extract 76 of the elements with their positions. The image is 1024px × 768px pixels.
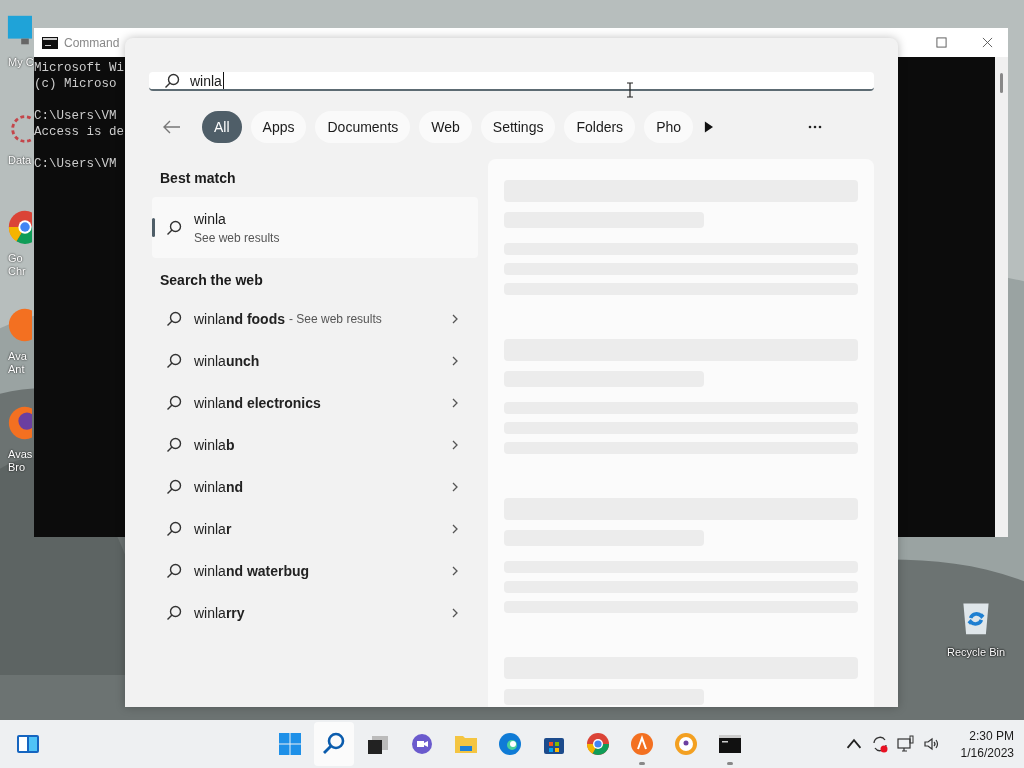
result-title: winla bbox=[194, 210, 227, 227]
search-icon bbox=[166, 521, 182, 537]
chevron-right-icon[interactable] bbox=[452, 566, 458, 576]
icon-label: Bro bbox=[7, 461, 26, 474]
search-icon bbox=[166, 437, 182, 453]
sync-icon[interactable] bbox=[870, 735, 889, 753]
more-icon[interactable] bbox=[808, 125, 822, 129]
network-icon[interactable] bbox=[896, 735, 915, 753]
app-icon bbox=[630, 732, 654, 756]
suggestion-link[interactable]: winland bbox=[194, 479, 243, 495]
filter-tab[interactable]: Apps bbox=[250, 111, 307, 143]
suggestion-link[interactable]: winlarry bbox=[194, 605, 245, 621]
icon-label: Chr bbox=[7, 265, 26, 278]
console-line: Access is de bbox=[34, 125, 124, 139]
search-icon bbox=[166, 479, 182, 495]
maximize-icon[interactable] bbox=[936, 37, 947, 48]
app-icon bbox=[674, 732, 698, 756]
console-icon bbox=[42, 36, 58, 49]
console-line: Microsoft Wi bbox=[34, 61, 124, 75]
back-arrow-icon[interactable] bbox=[163, 120, 181, 134]
window-title: Command bbox=[64, 35, 120, 50]
search-icon bbox=[166, 219, 182, 236]
suggestion-link[interactable]: winlab bbox=[194, 437, 235, 453]
console-line: C:\Users\VM bbox=[34, 109, 117, 123]
section-heading: Search the web bbox=[159, 271, 264, 290]
browser-icon bbox=[498, 732, 522, 756]
suggestion-link[interactable]: winlar bbox=[194, 521, 232, 537]
search-icon bbox=[166, 311, 182, 327]
icon-label: Avas bbox=[7, 448, 33, 461]
suggestion-link[interactable]: winland waterbug bbox=[194, 563, 310, 579]
suggestion-link[interactable]: winland foods bbox=[194, 311, 285, 327]
video-chat-icon bbox=[410, 732, 434, 756]
chevron-right-icon[interactable] bbox=[452, 440, 458, 450]
play-arrow-icon[interactable] bbox=[704, 121, 714, 133]
icon-label: Ava bbox=[7, 350, 27, 363]
icon-label: Ant bbox=[7, 363, 25, 376]
text-cursor-icon bbox=[626, 82, 634, 98]
suggestion-link[interactable]: winland electronics bbox=[194, 395, 321, 411]
search-icon bbox=[166, 563, 182, 579]
clock[interactable]: 2:30 PM 1/16/2023 bbox=[960, 728, 1014, 760]
chevron-right-icon[interactable] bbox=[452, 398, 458, 408]
scrollbar-thumb[interactable] bbox=[1000, 73, 1003, 93]
windows-logo-icon bbox=[278, 732, 302, 756]
terminal-icon bbox=[718, 732, 742, 756]
chevron-right-icon[interactable] bbox=[452, 356, 458, 366]
chevron-right-icon[interactable] bbox=[452, 608, 458, 618]
result-subtitle: See web results bbox=[194, 230, 280, 245]
search-icon bbox=[166, 605, 182, 621]
search-icon bbox=[164, 72, 180, 89]
close-icon[interactable] bbox=[982, 37, 993, 48]
search-icon bbox=[166, 353, 182, 369]
suggestion-hint: - See web results bbox=[289, 312, 382, 326]
volume-icon[interactable] bbox=[922, 735, 941, 753]
widgets-icon[interactable] bbox=[16, 734, 40, 754]
icon-label: Data bbox=[7, 154, 32, 167]
chevron-right-icon[interactable] bbox=[452, 314, 458, 324]
icon-label: My C bbox=[7, 56, 34, 68]
best-match-item[interactable]: winla See web results bbox=[152, 197, 478, 258]
section-heading: Best match bbox=[159, 169, 237, 188]
search-icon bbox=[166, 395, 182, 411]
search-icon bbox=[322, 732, 346, 756]
filter-tab[interactable]: Documents bbox=[315, 111, 411, 143]
suggestion-link[interactable]: winlaunch bbox=[194, 353, 260, 369]
icon-label: Go bbox=[7, 252, 23, 265]
chevron-right-icon[interactable] bbox=[452, 482, 458, 492]
filter-tab[interactable]: Folders bbox=[564, 111, 636, 143]
filter-tab[interactable]: All bbox=[202, 111, 242, 143]
filter-tab[interactable]: Pho bbox=[644, 111, 694, 143]
filter-tab[interactable]: Web bbox=[419, 111, 472, 143]
browser-icon bbox=[586, 732, 610, 756]
chevron-right-icon[interactable] bbox=[452, 524, 458, 534]
console-line: (c) Microso bbox=[34, 77, 117, 91]
filter-tab[interactable]: Settings bbox=[480, 111, 556, 143]
icon-label: Recycle Bin bbox=[946, 646, 1006, 658]
taskbar-search-button[interactable] bbox=[314, 722, 354, 766]
console-line: C:\Users\VM bbox=[34, 157, 117, 171]
